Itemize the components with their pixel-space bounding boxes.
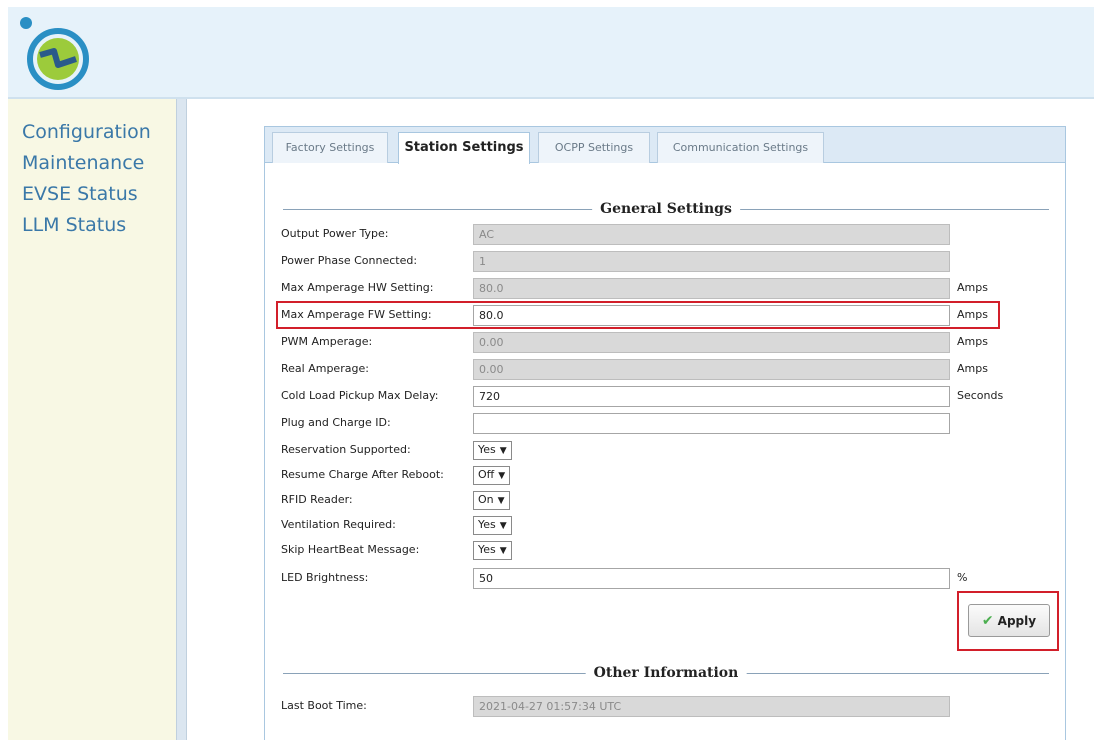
row-rfid-reader: RFID Reader: On ▼ — [281, 490, 1051, 512]
output-power-type-label: Output Power Type: — [281, 227, 389, 240]
last-boot-time-field: 2021-04-27 01:57:34 UTC — [473, 696, 950, 717]
rfid-reader-select[interactable]: On ▼ — [473, 491, 510, 510]
apply-button[interactable]: ✔ Apply — [968, 604, 1050, 637]
max-amperage-hw-label: Max Amperage HW Setting: — [281, 281, 434, 294]
nav-item-llm-status[interactable]: LLM Status — [8, 210, 151, 241]
chevron-down-icon: ▼ — [498, 471, 506, 481]
tab-factory-settings[interactable]: Factory Settings — [272, 132, 388, 163]
pwm-amperage-field: 0.00 — [473, 332, 950, 353]
real-amperage-unit: Amps — [957, 362, 988, 375]
skip-heartbeat-label: Skip HeartBeat Message: — [281, 543, 420, 556]
row-cold-load-delay: Cold Load Pickup Max Delay: 720 Seconds — [281, 386, 1051, 408]
power-phase-field: 1 — [473, 251, 950, 272]
real-amperage-label: Real Amperage: — [281, 362, 369, 375]
nav-item-maintenance[interactable]: Maintenance — [8, 148, 151, 179]
led-brightness-label: LED Brightness: — [281, 571, 369, 584]
tab-station-settings[interactable]: Station Settings — [398, 132, 530, 164]
chevron-down-icon: ▼ — [497, 496, 505, 506]
row-output-power-type: Output Power Type: AC — [281, 224, 1051, 246]
chevron-down-icon: ▼ — [499, 521, 507, 531]
checkmark-icon: ✔ — [981, 612, 994, 629]
sidebar: Configuration Maintenance EVSE Status LL… — [8, 99, 176, 740]
power-phase-label: Power Phase Connected: — [281, 254, 418, 267]
pwm-amperage-label: PWM Amperage: — [281, 335, 373, 348]
nav-item-evse-status[interactable]: EVSE Status — [8, 179, 151, 210]
led-brightness-unit: % — [957, 571, 968, 584]
row-skip-heartbeat: Skip HeartBeat Message: Yes ▼ — [281, 540, 1051, 562]
reservation-label: Reservation Supported: — [281, 443, 411, 456]
cold-load-delay-unit: Seconds — [957, 389, 1004, 402]
settings-panel: Factory Settings Station Settings OCPP S… — [264, 126, 1066, 740]
plug-and-charge-input[interactable] — [473, 413, 950, 434]
row-pwm-amperage: PWM Amperage: 0.00 Amps — [281, 332, 1051, 354]
chevron-down-icon: ▼ — [499, 446, 507, 456]
row-plug-and-charge: Plug and Charge ID: — [281, 413, 1051, 435]
row-resume-charge: Resume Charge After Reboot: Off ▼ — [281, 465, 1051, 487]
row-max-amperage-hw: Max Amperage HW Setting: 80.0 Amps — [281, 278, 1051, 300]
reservation-select[interactable]: Yes ▼ — [473, 441, 512, 460]
row-power-phase: Power Phase Connected: 1 — [281, 251, 1051, 273]
output-power-type-field: AC — [473, 224, 950, 245]
max-amperage-hw-unit: Amps — [957, 281, 988, 294]
chevron-down-icon: ▼ — [499, 546, 507, 556]
skip-heartbeat-select[interactable]: Yes ▼ — [473, 541, 512, 560]
tab-bar: Factory Settings Station Settings OCPP S… — [265, 127, 1065, 164]
ventilation-label: Ventilation Required: — [281, 518, 396, 531]
ventilation-select[interactable]: Yes ▼ — [473, 516, 512, 535]
row-reservation: Reservation Supported: Yes ▼ — [281, 440, 1051, 462]
led-brightness-input[interactable]: 50 — [473, 568, 950, 589]
general-settings-heading: General Settings — [283, 199, 1049, 219]
apply-button-label: Apply — [997, 613, 1037, 628]
nav-item-configuration[interactable]: Configuration — [8, 117, 151, 148]
max-amperage-hw-field: 80.0 — [473, 278, 950, 299]
last-boot-time-label: Last Boot Time: — [281, 699, 367, 712]
resume-charge-label: Resume Charge After Reboot: — [281, 468, 444, 481]
sidebar-splitter[interactable] — [176, 99, 187, 740]
row-led-brightness: LED Brightness: 50 % — [281, 568, 1051, 590]
plug-and-charge-label: Plug and Charge ID: — [281, 416, 391, 429]
cold-load-delay-label: Cold Load Pickup Max Delay: — [281, 389, 439, 402]
pwm-amperage-unit: Amps — [957, 335, 988, 348]
tab-ocpp-settings[interactable]: OCPP Settings — [538, 132, 650, 163]
resume-charge-select[interactable]: Off ▼ — [473, 466, 511, 485]
rfid-reader-label: RFID Reader: — [281, 493, 353, 506]
highlight-max-amperage-fw — [276, 301, 1000, 329]
cold-load-delay-input[interactable]: 720 — [473, 386, 950, 407]
app-header — [8, 7, 1094, 99]
row-real-amperage: Real Amperage: 0.00 Amps — [281, 359, 1051, 381]
row-last-boot-time: Last Boot Time: 2021-04-27 01:57:34 UTC — [281, 696, 1051, 718]
tab-communication-settings[interactable]: Communication Settings — [657, 132, 824, 163]
logo-icon — [20, 17, 89, 90]
other-information-heading: Other Information — [283, 663, 1049, 683]
real-amperage-field: 0.00 — [473, 359, 950, 380]
row-ventilation: Ventilation Required: Yes ▼ — [281, 515, 1051, 537]
